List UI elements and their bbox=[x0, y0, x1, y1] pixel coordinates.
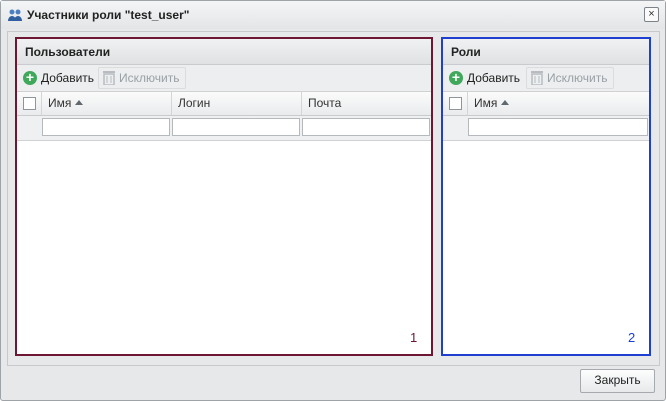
roles-panel-badge: 2 bbox=[628, 330, 636, 345]
users-col-login[interactable]: Логин bbox=[171, 92, 301, 115]
roles-filter-row bbox=[443, 116, 649, 141]
users-remove-button[interactable]: Исключить bbox=[98, 67, 187, 89]
roles-remove-label: Исключить bbox=[547, 71, 608, 85]
users-panel-title: Пользователи bbox=[17, 39, 431, 65]
users-add-label: Добавить bbox=[41, 71, 95, 85]
sort-asc-icon bbox=[501, 100, 510, 105]
plus-circle-icon: + bbox=[23, 70, 37, 85]
roles-add-label: Добавить bbox=[467, 71, 521, 85]
users-col-name-label: Имя bbox=[48, 96, 72, 110]
roles-col-name[interactable]: Имя bbox=[467, 92, 649, 115]
roles-panel-title: Роли bbox=[443, 39, 649, 65]
roles-select-all-cell bbox=[443, 92, 467, 115]
users-remove-label: Исключить bbox=[119, 71, 180, 85]
users-filter-row bbox=[17, 116, 431, 141]
dialog-title: Участники роли "test_user" bbox=[27, 8, 190, 22]
roles-select-all-checkbox[interactable] bbox=[449, 97, 462, 110]
trash-icon bbox=[103, 71, 115, 85]
plus-circle-icon: + bbox=[449, 70, 463, 85]
close-icon[interactable]: × bbox=[644, 7, 659, 22]
users-group-icon bbox=[8, 9, 22, 21]
roles-column-header: Имя bbox=[443, 92, 649, 116]
roles-toolbar: + Добавить Исключить bbox=[443, 65, 649, 92]
roles-filter-name[interactable] bbox=[468, 118, 648, 136]
close-button[interactable]: Закрыть bbox=[580, 369, 655, 393]
users-toolbar: + Добавить Исключить bbox=[17, 65, 431, 92]
sort-asc-icon bbox=[75, 100, 84, 105]
users-panel-badge: 1 bbox=[410, 330, 418, 345]
users-column-header: Имя Логин Почта bbox=[17, 92, 431, 116]
users-col-email-label: Почта bbox=[308, 96, 342, 110]
roles-col-name-label: Имя bbox=[474, 96, 498, 110]
users-col-login-label: Логин bbox=[178, 96, 211, 110]
users-col-name[interactable]: Имя bbox=[41, 92, 171, 115]
titlebar: Участники роли "test_user" × bbox=[1, 1, 665, 29]
trash-icon bbox=[531, 71, 543, 85]
roles-add-button[interactable]: + Добавить bbox=[447, 68, 520, 88]
users-filter-name[interactable] bbox=[42, 118, 170, 136]
roles-remove-button[interactable]: Исключить bbox=[526, 67, 615, 89]
users-col-email[interactable]: Почта bbox=[301, 92, 431, 115]
users-panel: Пользователи + Добавить Исключить Имя Ло… bbox=[15, 37, 433, 356]
users-add-button[interactable]: + Добавить bbox=[21, 68, 94, 88]
users-filter-login[interactable] bbox=[172, 118, 300, 136]
roles-panel: Роли + Добавить Исключить Имя bbox=[441, 37, 651, 356]
users-filter-email[interactable] bbox=[302, 118, 430, 136]
users-select-all-checkbox[interactable] bbox=[23, 97, 36, 110]
users-select-all-cell bbox=[17, 92, 41, 115]
